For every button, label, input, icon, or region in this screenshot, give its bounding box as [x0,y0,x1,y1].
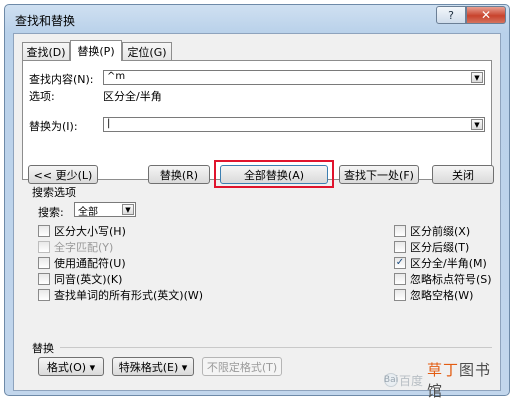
match-suffix-label: 区分后缀(T) [410,241,470,254]
watermark-text: 草丁图书馆 [427,359,500,400]
search-scope-label: 搜索: [38,206,64,219]
less-button-label: << 更少(L) [33,168,93,182]
checkbox-box[interactable] [38,289,50,301]
find-what-label: 查找内容(N): [29,73,94,86]
no-formatting-button-label: 不限定格式(T) [206,360,278,374]
replace-with-value: | [107,118,111,129]
title-bar[interactable]: 查找和替换 ? ✕ [5,5,509,33]
replace-all-button[interactable]: 全部替换(A) [220,165,328,184]
close-button[interactable]: 关闭 [432,165,494,184]
tab-goto-label: 定位(G) [127,46,167,59]
match-prefix-label: 区分前缀(X) [410,225,471,238]
chevron-down-icon[interactable]: ▼ [471,119,483,130]
less-button[interactable]: << 更少(L) [28,165,98,184]
tab-find-label: 查找(D) [26,46,66,59]
chevron-down-icon[interactable]: ▼ [471,72,483,83]
match-width-checkbox[interactable]: ✓ 区分全/半角(M) [394,255,487,271]
watermark: Bai 百 度 草丁图书馆 [384,359,500,400]
replace-with-label: 替换为(I): [29,120,78,133]
options-value: 区分全/半角 [103,90,162,103]
checkmark-icon[interactable]: ✓ [394,257,406,269]
ignore-space-checkbox[interactable]: 忽略空格(W) [394,287,473,303]
special-format-button-label: 特殊格式(E) ▾ [118,360,188,374]
checkbox-box[interactable] [38,225,50,237]
dialog-client-area: 查找(D) 替换(P) 定位(G) 查找内容(N): ^m ▼ 选项: 区分全/… [13,33,501,400]
format-button[interactable]: 格式(O) ▾ [38,357,104,376]
close-button-label: 关闭 [452,168,474,182]
checkbox-box[interactable] [394,241,406,253]
ignore-punctuation-label: 忽略标点符号(S) [410,273,492,286]
match-case-checkbox[interactable]: 区分大小写(H) [38,223,126,239]
match-width-label: 区分全/半角(M) [410,257,487,270]
all-word-forms-checkbox[interactable]: 查找单词的所有形式(英文)(W) [38,287,203,303]
find-next-button[interactable]: 查找下一处(F) [339,165,419,184]
find-what-input[interactable]: ^m ▼ [103,70,485,85]
ignore-punctuation-checkbox[interactable]: 忽略标点符号(S) [394,271,492,287]
checkbox-box[interactable] [38,257,50,269]
match-case-label: 区分大小写(H) [54,225,126,238]
window-title: 查找和替换 [15,14,76,28]
search-scope-select[interactable]: 全部 ▼ [74,202,136,218]
match-suffix-checkbox[interactable]: 区分后缀(T) [394,239,469,255]
close-icon: ✕ [480,8,492,22]
tab-replace[interactable]: 替换(P) [70,40,122,61]
replace-button[interactable]: 替换(R) [148,165,210,184]
paw-logo-icon: Bai [383,373,399,387]
sounds-like-checkbox[interactable]: 同音(英文)(K) [38,271,122,287]
search-scope-value: 全部 [78,207,98,218]
whole-word-checkbox: 全字匹配(Y) [38,239,113,255]
checkbox-box[interactable] [394,225,406,237]
find-what-value: ^m [107,71,126,82]
tab-find[interactable]: 查找(D) [22,42,70,61]
find-next-button-label: 查找下一处(F) [344,168,414,182]
help-icon: ? [448,8,454,22]
checkbox-box[interactable] [394,289,406,301]
replace-all-button-label: 全部替换(A) [243,168,305,182]
options-label: 选项: [29,90,55,103]
match-prefix-checkbox[interactable]: 区分前缀(X) [394,223,470,239]
replace-with-input[interactable]: | ▼ [103,117,485,132]
no-formatting-button: 不限定格式(T) [202,357,282,376]
help-button[interactable]: ? [436,6,466,24]
replace-button-label: 替换(R) [159,168,199,182]
search-options-header: 搜索选项 [32,186,76,199]
ignore-space-label: 忽略空格(W) [410,289,474,302]
wildcards-label: 使用通配符(U) [54,257,126,270]
wildcards-checkbox[interactable]: 使用通配符(U) [38,255,126,271]
tab-goto[interactable]: 定位(G) [122,42,172,61]
checkbox-box [38,241,50,253]
watermark-brand-b: 度 [411,373,424,388]
find-replace-dialog: 查找和替换 ? ✕ 查找(D) 替换(P) 定位(G) 查找内容(N): ^m … [4,4,510,400]
watermark-brand-a: 百 [399,373,412,388]
chevron-down-icon[interactable]: ▼ [122,204,134,215]
close-window-button[interactable]: ✕ [466,6,506,24]
sounds-like-label: 同音(英文)(K) [54,273,123,286]
replace-section-divider [60,347,492,348]
special-format-button[interactable]: 特殊格式(E) ▾ [112,357,194,376]
watermark-highlight: 草丁 [427,361,460,379]
checkbox-box[interactable] [38,273,50,285]
whole-word-label: 全字匹配(Y) [54,241,114,254]
format-button-label: 格式(O) ▾ [46,360,96,374]
tab-replace-label: 替换(P) [77,45,115,58]
replace-section-header: 替换 [32,342,54,355]
all-word-forms-label: 查找单词的所有形式(英文)(W) [54,289,204,302]
checkbox-box[interactable] [394,273,406,285]
